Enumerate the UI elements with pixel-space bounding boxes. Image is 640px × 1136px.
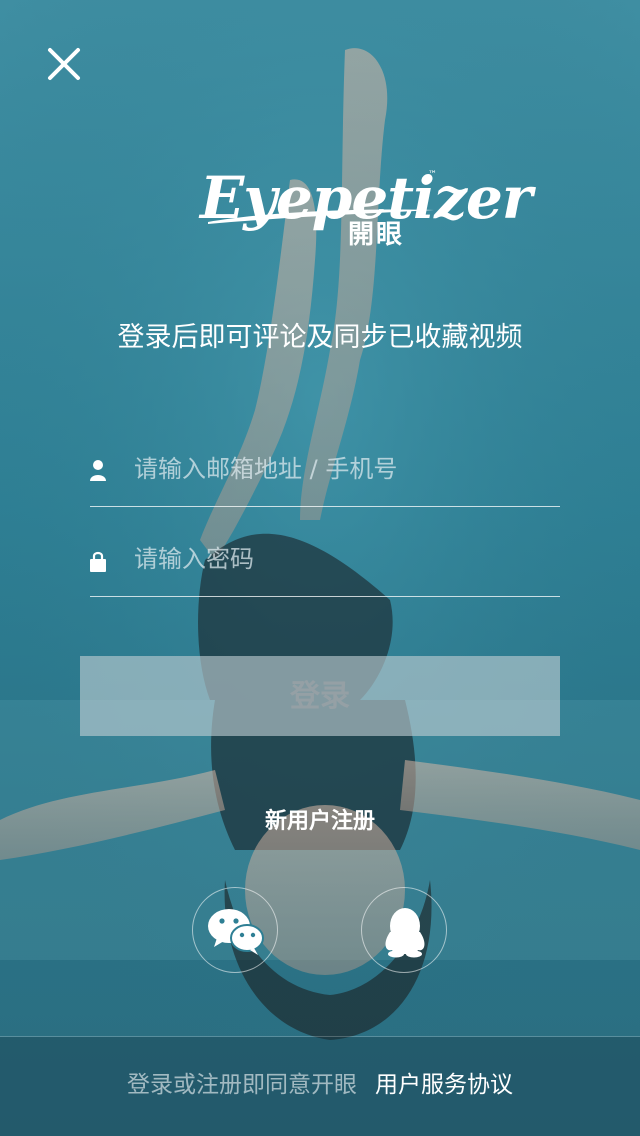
close-icon bbox=[48, 48, 80, 80]
login-screen: Eyepetizer ™ 開眼 登录后即可评论及同步已收藏视频 登录 新用户注册 bbox=[0, 0, 640, 1136]
wechat-login-button[interactable] bbox=[192, 887, 278, 973]
register-link[interactable]: 新用户注册 bbox=[0, 804, 640, 840]
qq-icon bbox=[385, 908, 425, 958]
lock-icon bbox=[90, 551, 106, 572]
footer-agreement-prefix: 登录或注册即同意开眼 bbox=[127, 1072, 357, 1098]
user-agreement-link[interactable]: 用户服务协议 bbox=[375, 1072, 513, 1098]
app-logo: Eyepetizer ™ 開眼 bbox=[200, 168, 532, 256]
footer: 登录或注册即同意开眼 用户服务协议 bbox=[0, 1037, 640, 1136]
password-field bbox=[90, 509, 560, 597]
login-tagline: 登录后即可评论及同步已收藏视频 bbox=[117, 322, 523, 353]
logo-trademark: ™ bbox=[428, 170, 437, 180]
close-button[interactable] bbox=[40, 40, 88, 88]
footer-agreement: 登录或注册即同意开眼 用户服务协议 bbox=[0, 1067, 640, 1103]
user-icon bbox=[90, 460, 106, 481]
logo-chinese-name: 開眼 bbox=[348, 220, 405, 250]
qq-login-button[interactable] bbox=[361, 887, 447, 973]
email-input[interactable] bbox=[134, 447, 554, 491]
password-input[interactable] bbox=[134, 537, 554, 581]
wechat-icon bbox=[208, 909, 264, 955]
login-button[interactable]: 登录 bbox=[80, 656, 560, 736]
email-field bbox=[90, 419, 560, 507]
